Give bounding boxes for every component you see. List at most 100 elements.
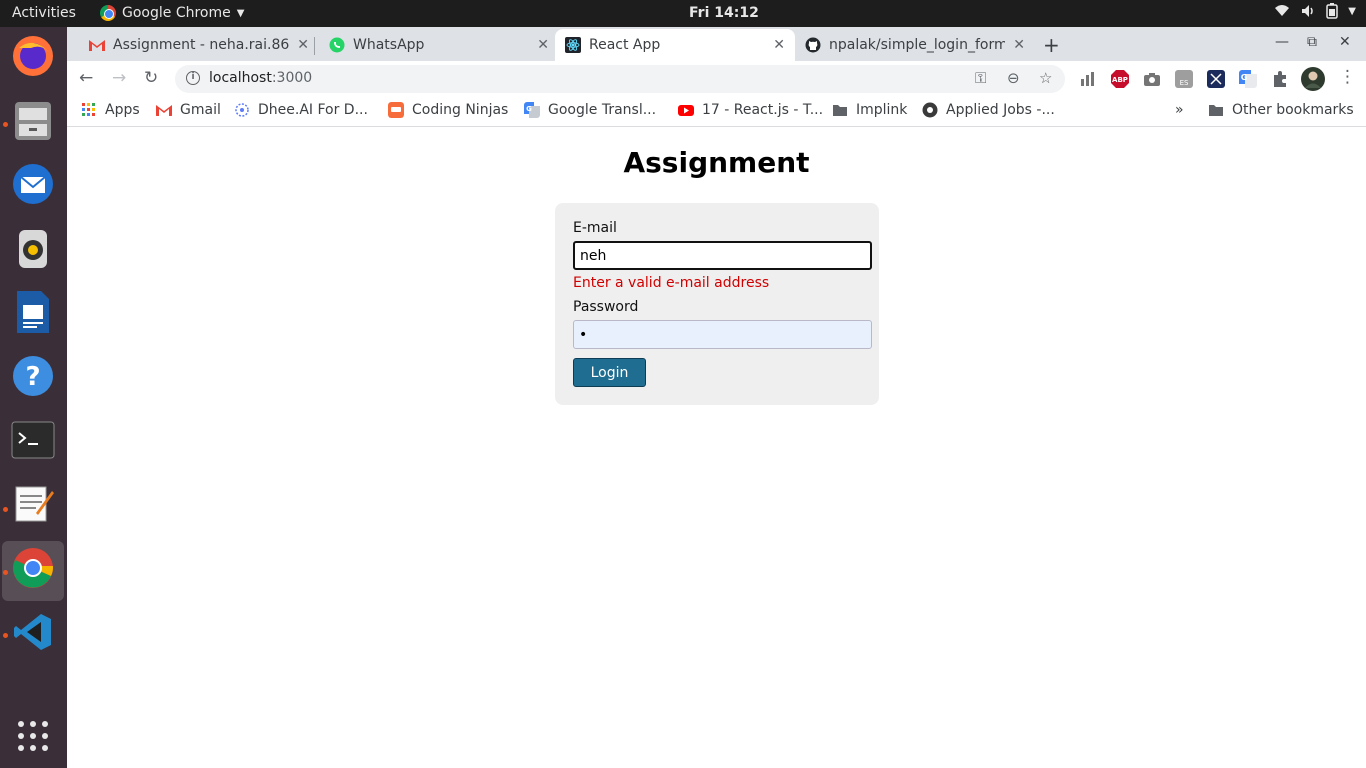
tab-title: WhatsApp bbox=[353, 37, 425, 53]
dock: ? bbox=[0, 27, 67, 768]
applied-jobs-icon bbox=[922, 102, 938, 118]
tab-title: Assignment - neha.rai.862 bbox=[113, 37, 290, 53]
chevron-down-icon: ▼ bbox=[236, 7, 245, 19]
help-icon[interactable]: ? bbox=[10, 353, 56, 399]
new-tab-button[interactable]: + bbox=[1043, 33, 1060, 57]
url-text[interactable]: localhost:3000 bbox=[209, 70, 312, 86]
firefox-icon[interactable] bbox=[10, 33, 56, 79]
react-icon bbox=[565, 37, 581, 53]
tab-github[interactable]: npalak/simple_login_form ✕ bbox=[795, 29, 1035, 61]
svg-text:G: G bbox=[1241, 73, 1248, 82]
google-translate-icon: G bbox=[524, 102, 540, 118]
running-indicator bbox=[3, 122, 8, 127]
files-icon[interactable] bbox=[10, 97, 56, 143]
profile-avatar[interactable] bbox=[1301, 67, 1325, 91]
site-info-icon[interactable]: i bbox=[186, 71, 200, 85]
login-button[interactable]: Login bbox=[573, 358, 646, 387]
gmail-icon bbox=[156, 105, 172, 116]
email-label: E-mail bbox=[573, 220, 617, 236]
bookmark-apps[interactable]: Apps bbox=[81, 102, 140, 118]
system-tray[interactable]: ▼ bbox=[1274, 3, 1356, 19]
login-form: E-mail Enter a valid e-mail address Pass… bbox=[555, 203, 879, 405]
whatsapp-icon bbox=[329, 37, 345, 53]
app-menu-label: Google Chrome bbox=[122, 5, 231, 21]
bookmark-implink[interactable]: Implink bbox=[832, 102, 907, 118]
folder-icon bbox=[1209, 105, 1223, 116]
chrome-icon[interactable] bbox=[10, 545, 56, 591]
page-title: Assignment bbox=[623, 146, 810, 179]
bookmark-google-translate[interactable]: G Google Transl... bbox=[524, 102, 656, 118]
bookmark-coding-ninjas[interactable]: Coding Ninjas bbox=[388, 102, 508, 118]
chrome-menu-icon[interactable]: ⋮ bbox=[1339, 67, 1356, 87]
app-menu[interactable]: Google Chrome ▼ bbox=[100, 5, 244, 21]
running-indicator bbox=[3, 633, 8, 638]
password-field[interactable] bbox=[573, 320, 872, 349]
bookmark-label: Coding Ninjas bbox=[412, 102, 509, 118]
chevron-down-icon: ▼ bbox=[1348, 5, 1356, 17]
svg-text:ES: ES bbox=[1180, 79, 1189, 87]
back-button[interactable]: ← bbox=[79, 68, 93, 88]
activities-button[interactable]: Activities bbox=[12, 5, 76, 21]
bookmarks-overflow-button[interactable]: » bbox=[1175, 102, 1184, 118]
reload-button[interactable]: ↻ bbox=[144, 68, 158, 88]
terminal-icon[interactable] bbox=[10, 417, 56, 463]
wifi-icon bbox=[1275, 5, 1290, 16]
tab-gmail[interactable]: Assignment - neha.rai.862 ✕ bbox=[79, 29, 319, 61]
volume-icon bbox=[1302, 5, 1314, 17]
gmail-icon bbox=[89, 40, 105, 51]
svg-text:?: ? bbox=[25, 362, 40, 392]
chrome-icon bbox=[100, 5, 116, 21]
bookmark-gmail[interactable]: Gmail bbox=[156, 102, 221, 118]
bookmark-star-icon[interactable]: ☆ bbox=[1039, 69, 1052, 87]
running-indicator bbox=[3, 507, 8, 512]
running-indicator bbox=[3, 570, 8, 575]
window-close-button[interactable]: ✕ bbox=[1339, 34, 1351, 50]
email-field[interactable] bbox=[573, 241, 872, 270]
dhee-icon bbox=[235, 103, 249, 117]
clock[interactable]: Fri 14:12 bbox=[689, 5, 759, 21]
close-icon[interactable]: ✕ bbox=[1013, 37, 1025, 53]
omnibox[interactable]: i localhost:3000 ⚿ ⊖ ☆ bbox=[175, 65, 1065, 93]
svg-text:ABP: ABP bbox=[1112, 76, 1128, 84]
libreoffice-writer-icon[interactable] bbox=[10, 289, 56, 335]
chrome-toolbar: ← → ↻ i localhost:3000 ⚿ ⊖ ☆ ABP ES G ⋮ bbox=[67, 61, 1366, 97]
battery-icon bbox=[1326, 3, 1339, 19]
camera-icon[interactable] bbox=[1143, 70, 1161, 88]
github-icon bbox=[805, 37, 821, 53]
bookmark-dhee[interactable]: Dhee.AI For D... bbox=[234, 102, 368, 118]
bookmark-applied-jobs[interactable]: Applied Jobs -... bbox=[922, 102, 1055, 118]
xpath-extension-icon[interactable] bbox=[1207, 70, 1225, 88]
chrome-window: Assignment - neha.rai.862 ✕ WhatsApp ✕ R… bbox=[67, 27, 1366, 768]
forward-button[interactable]: → bbox=[112, 68, 126, 88]
bookmarks-bar: Apps Gmail Dhee.AI For D... Coding Ninja… bbox=[67, 97, 1366, 127]
close-icon[interactable]: ✕ bbox=[297, 37, 309, 53]
bookmark-label: Apps bbox=[105, 102, 140, 118]
youtube-icon bbox=[678, 105, 694, 116]
tab-strip: Assignment - neha.rai.862 ✕ WhatsApp ✕ R… bbox=[67, 27, 1366, 61]
rhythmbox-icon[interactable] bbox=[10, 225, 56, 271]
url-host: localhost bbox=[209, 70, 272, 86]
adblock-plus-icon[interactable]: ABP bbox=[1111, 70, 1129, 88]
extensions-puzzle-icon[interactable] bbox=[1271, 70, 1289, 88]
thunderbird-icon[interactable] bbox=[10, 161, 56, 207]
google-translate-icon[interactable]: G bbox=[1239, 70, 1257, 88]
tab-react-app[interactable]: React App ✕ bbox=[555, 29, 795, 61]
system-top-bar: Activities Google Chrome ▼ Fri 14:12 ▼ bbox=[0, 0, 1366, 27]
other-bookmarks-label: Other bookmarks bbox=[1232, 102, 1354, 118]
show-applications-icon[interactable] bbox=[10, 713, 56, 759]
close-icon[interactable]: ✕ bbox=[773, 37, 785, 53]
bookmark-react-youtube[interactable]: 17 - React.js - T... bbox=[678, 102, 823, 118]
minimize-button[interactable]: — bbox=[1275, 34, 1289, 50]
vscode-icon[interactable] bbox=[10, 609, 56, 655]
key-icon[interactable]: ⚿ bbox=[975, 69, 986, 87]
restore-button[interactable]: ⧉ bbox=[1307, 34, 1317, 50]
zoom-icon[interactable]: ⊖ bbox=[1007, 69, 1020, 87]
close-icon[interactable]: ✕ bbox=[537, 37, 549, 53]
folder-icon bbox=[833, 105, 847, 116]
url-port: :3000 bbox=[271, 70, 313, 86]
tab-whatsapp[interactable]: WhatsApp ✕ bbox=[319, 29, 559, 61]
other-bookmarks[interactable]: Other bookmarks bbox=[1208, 102, 1354, 118]
stats-extension-icon[interactable] bbox=[1079, 70, 1097, 88]
text-editor-icon[interactable] bbox=[10, 481, 56, 527]
es-extension-icon[interactable]: ES bbox=[1175, 70, 1193, 88]
